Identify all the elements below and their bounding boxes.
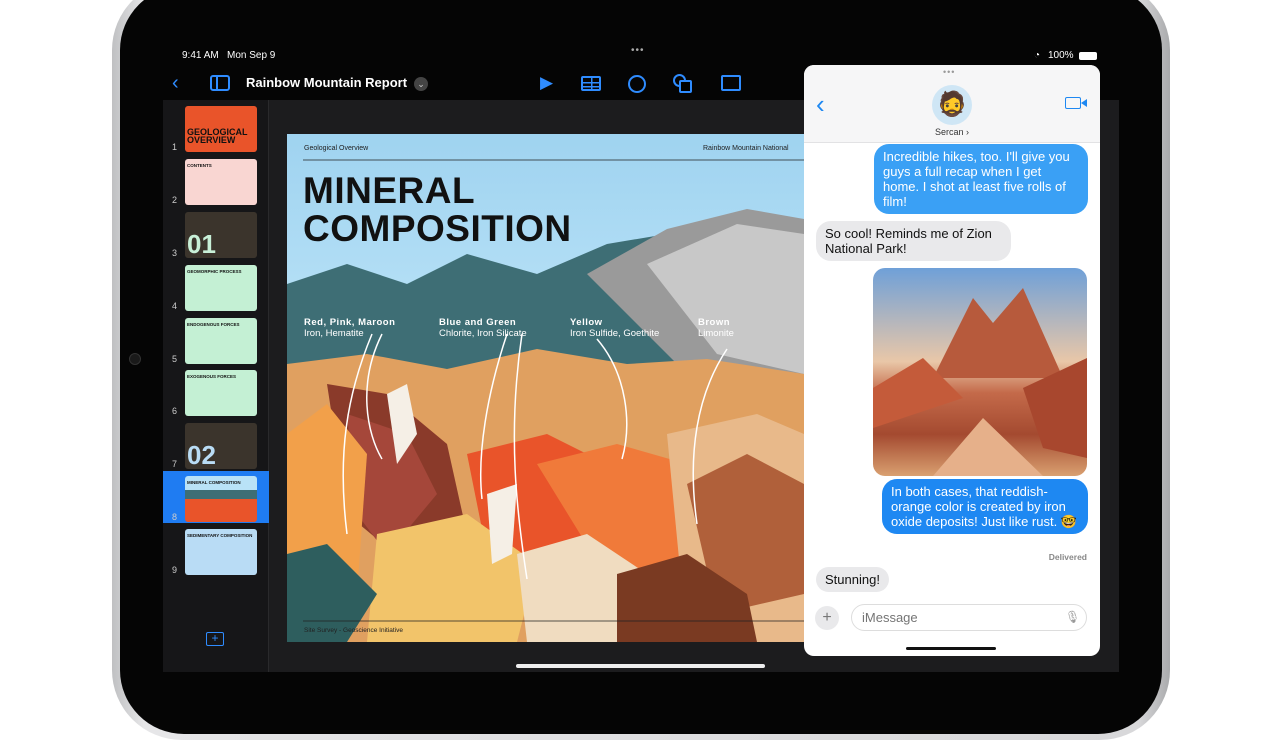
home-indicator <box>516 664 765 668</box>
thumbnail-label: EXOGENOUS FORCES <box>187 374 237 379</box>
slide-number: 4 <box>172 301 178 311</box>
message-received[interactable]: Stunning! <box>816 567 889 592</box>
document-title[interactable]: Rainbow Mountain Report <box>246 75 407 90</box>
slide-thumbnail-6[interactable]: EXOGENOUS FORCES <box>185 370 257 416</box>
contact-name[interactable]: Sercan › <box>804 127 1100 137</box>
battery-icon <box>1079 52 1097 60</box>
slide-number: 8 <box>172 512 178 522</box>
message-received[interactable]: So cool! Reminds me of Zion National Par… <box>816 221 1011 261</box>
title-menu-chevron-icon[interactable]: ⌄ <box>414 77 428 91</box>
slide-thumbnail-9[interactable]: SEDIMENTARY COMPOSITION <box>185 529 257 575</box>
message-input[interactable] <box>851 604 1087 631</box>
thumbnail-label: GEOMORPHIC PROCESS <box>187 269 242 274</box>
wifi-icon: ◔ <box>1034 50 1041 61</box>
slide-thumbnail-5[interactable]: ENDOGENOUS FORCES <box>185 318 257 364</box>
messages-header: ••• ‹ 🧔 Sercan › <box>804 65 1100 143</box>
slide-canvas[interactable]: Geological Overview Rainbow Mountain Nat… <box>287 134 804 642</box>
mineral-label: Yellow Iron Sulfide, Goethite <box>570 317 660 339</box>
slide-thumbnail-3[interactable]: 01 <box>185 212 257 258</box>
thumbnail-label: 01 <box>187 229 216 258</box>
message-sent[interactable]: In both cases, that reddish-orange color… <box>882 479 1088 534</box>
thumbnail-label: CONTENTS <box>187 163 212 168</box>
slide-number: 3 <box>172 248 178 258</box>
sidebar-icon[interactable] <box>210 75 230 91</box>
slide-title[interactable]: MINERAL COMPOSITION <box>303 172 572 248</box>
slide-footer: Site Survey - Geoscience Initiative <box>304 627 403 634</box>
messages-window: ••• ‹ 🧔 Sercan › Incredible hikes, too. … <box>804 65 1100 656</box>
slide-number: 6 <box>172 406 178 416</box>
thumbnail-label: ENDOGENOUS FORCES <box>187 322 240 327</box>
table-icon[interactable] <box>581 76 601 91</box>
slide-header-left: Geological Overview <box>304 145 369 152</box>
chart-icon[interactable] <box>628 75 646 93</box>
status-time: 9:41 AM <box>182 50 219 61</box>
canyon-photo <box>873 288 1087 476</box>
back-chevron-icon[interactable]: ‹ <box>172 72 179 95</box>
message-sent[interactable]: Incredible hikes, too. I'll give you guy… <box>874 144 1088 214</box>
add-attachment-button[interactable]: + <box>815 606 839 630</box>
slide-thumbnail-4[interactable]: GEOMORPHIC PROCESS <box>185 265 257 311</box>
play-icon[interactable]: ▶ <box>540 73 553 93</box>
slide-thumbnail-7[interactable]: 02 <box>185 423 257 469</box>
mineral-label: Blue and Green Chlorite, Iron Silicate <box>439 317 527 339</box>
mineral-label: Brown Limonite <box>698 317 734 339</box>
back-chevron-icon[interactable]: ‹ <box>816 89 825 120</box>
video-call-icon-lens <box>1081 99 1087 107</box>
message-photo[interactable] <box>873 268 1087 476</box>
home-indicator <box>906 647 996 650</box>
slide-thumbnail-2[interactable]: CONTENTS <box>185 159 257 205</box>
title-line: COMPOSITION <box>303 208 572 249</box>
shapes-square <box>679 80 692 93</box>
thumbnail-label: MINERAL COMPOSITION <box>187 480 241 485</box>
slide-number: 2 <box>172 195 178 205</box>
thumbnail-label: SEDIMENTARY COMPOSITION <box>187 533 253 538</box>
slide-header-right: Rainbow Mountain National <box>703 145 789 152</box>
delivered-status: Delivered <box>1048 552 1087 562</box>
avatar[interactable]: 🧔 <box>932 85 972 125</box>
title-line: MINERAL <box>303 170 476 211</box>
status-date: Mon Sep 9 <box>227 50 276 61</box>
battery-percent: 100% <box>1048 50 1074 61</box>
slide-thumbnail-1[interactable]: GEOLOGICAL OVERVIEW <box>185 106 257 152</box>
window-dots-icon[interactable]: ••• <box>943 67 955 77</box>
multitask-dots-icon[interactable]: ••• <box>631 45 645 56</box>
slide-number: 7 <box>172 459 178 469</box>
slide-number: 9 <box>172 565 178 575</box>
slide-number: 5 <box>172 354 178 364</box>
media-icon[interactable] <box>721 75 741 91</box>
thumbnail-label: 02 <box>187 440 216 469</box>
mineral-label: Red, Pink, Maroon Iron, Hematite <box>304 317 396 339</box>
microphone-icon[interactable]: 🎙 <box>1065 610 1080 624</box>
camera <box>129 353 141 365</box>
thumbnail-label: GEOLOGICAL OVERVIEW <box>187 127 248 145</box>
video-call-icon[interactable] <box>1065 97 1081 109</box>
slide-number: 1 <box>172 142 178 152</box>
add-slide-button[interactable]: + <box>206 632 224 646</box>
slide-thumbnail-8[interactable]: MINERAL COMPOSITION <box>185 476 257 522</box>
